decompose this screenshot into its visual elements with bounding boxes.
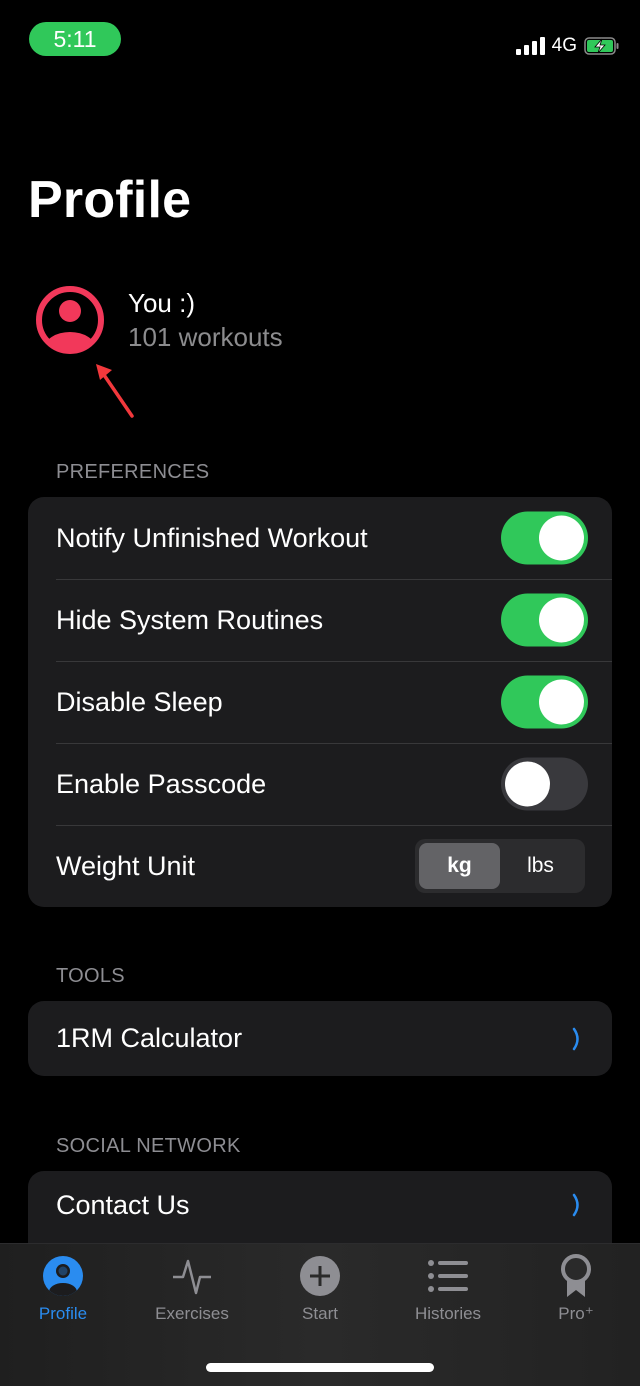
row-label: Disable Sleep: [56, 686, 223, 717]
disable-sleep-toggle[interactable]: [501, 675, 588, 729]
tab-pro[interactable]: Pro⁺: [521, 1254, 631, 1324]
status-indicators: 4G: [515, 34, 620, 58]
network-type: 4G: [551, 35, 577, 56]
tab-label: Exercises: [155, 1304, 229, 1323]
tab-label: Pro⁺: [558, 1304, 594, 1323]
list-icon: [426, 1254, 470, 1298]
user-name: You :): [128, 288, 195, 318]
page-title: Profile: [28, 171, 192, 229]
row-label: 1RM Calculator: [56, 1023, 243, 1053]
workout-count: 101 workouts: [128, 322, 283, 352]
toggle-knob: [539, 515, 584, 561]
notify-unfinished-workout-toggle[interactable]: [501, 511, 588, 565]
chevron-right-icon: [572, 1027, 579, 1050]
tab-exercises[interactable]: Exercises: [137, 1254, 247, 1324]
red-arrow-icon: [96, 364, 134, 418]
section-label-preferences: PREFERENCES: [56, 461, 210, 483]
row-label: Enable Passcode: [56, 768, 267, 799]
row-label: Contact Us: [56, 1189, 190, 1220]
home-indicator[interactable]: [206, 1363, 434, 1372]
row-label: Weight Unit: [56, 850, 196, 881]
row-notify-unfinished-workout: Notify Unfinished Workout: [28, 497, 612, 579]
row-contact-us[interactable]: Contact Us: [28, 1171, 612, 1239]
toggle-knob: [539, 679, 584, 725]
tab-profile[interactable]: Profile: [8, 1254, 118, 1324]
row-enable-passcode: Enable Passcode: [28, 743, 612, 825]
tools-card: 1RM Calculator: [28, 1001, 612, 1076]
segment-lbs[interactable]: lbs: [500, 843, 581, 889]
tab-label: Profile: [38, 1304, 88, 1323]
toggle-knob: [505, 761, 550, 807]
status-time: 5:11: [29, 22, 121, 56]
weight-unit-segmented-control: kg lbs: [415, 839, 585, 893]
section-label-tools: TOOLS: [56, 965, 125, 987]
tab-histories[interactable]: Histories: [393, 1254, 503, 1324]
hide-system-routines-toggle[interactable]: [501, 593, 588, 647]
segment-kg[interactable]: kg: [419, 843, 500, 889]
person-circle-icon: [41, 1254, 85, 1298]
row-hide-system-routines: Hide System Routines: [28, 579, 612, 661]
row-weight-unit: Weight Unit kg lbs: [28, 825, 612, 907]
tab-label: Start: [302, 1304, 338, 1323]
row-label: Hide System Routines: [56, 604, 324, 635]
chevron-right-icon: [572, 1193, 579, 1217]
tab-label: Histories: [414, 1304, 482, 1323]
plus-circle-icon: [298, 1254, 342, 1298]
toggle-knob: [539, 597, 584, 643]
enable-passcode-toggle[interactable]: [501, 757, 588, 811]
row-label: Notify Unfinished Workout: [56, 522, 368, 553]
battery-charging-icon: [584, 37, 619, 55]
tab-start[interactable]: Start: [265, 1254, 375, 1324]
signal-bars-icon: [515, 37, 545, 55]
section-label-social-network: SOCIAL NETWORK: [56, 1135, 241, 1157]
award-ribbon-icon: [554, 1254, 598, 1298]
row-disable-sleep: Disable Sleep: [28, 661, 612, 743]
preferences-card: Notify Unfinished Workout Hide System Ro…: [28, 497, 612, 907]
row-1rm-calculator[interactable]: 1RM Calculator: [28, 1001, 612, 1076]
status-time-text: 5:11: [53, 25, 97, 52]
avatar-person-circle-icon[interactable]: [35, 285, 105, 355]
heartbeat-icon: [170, 1254, 214, 1298]
